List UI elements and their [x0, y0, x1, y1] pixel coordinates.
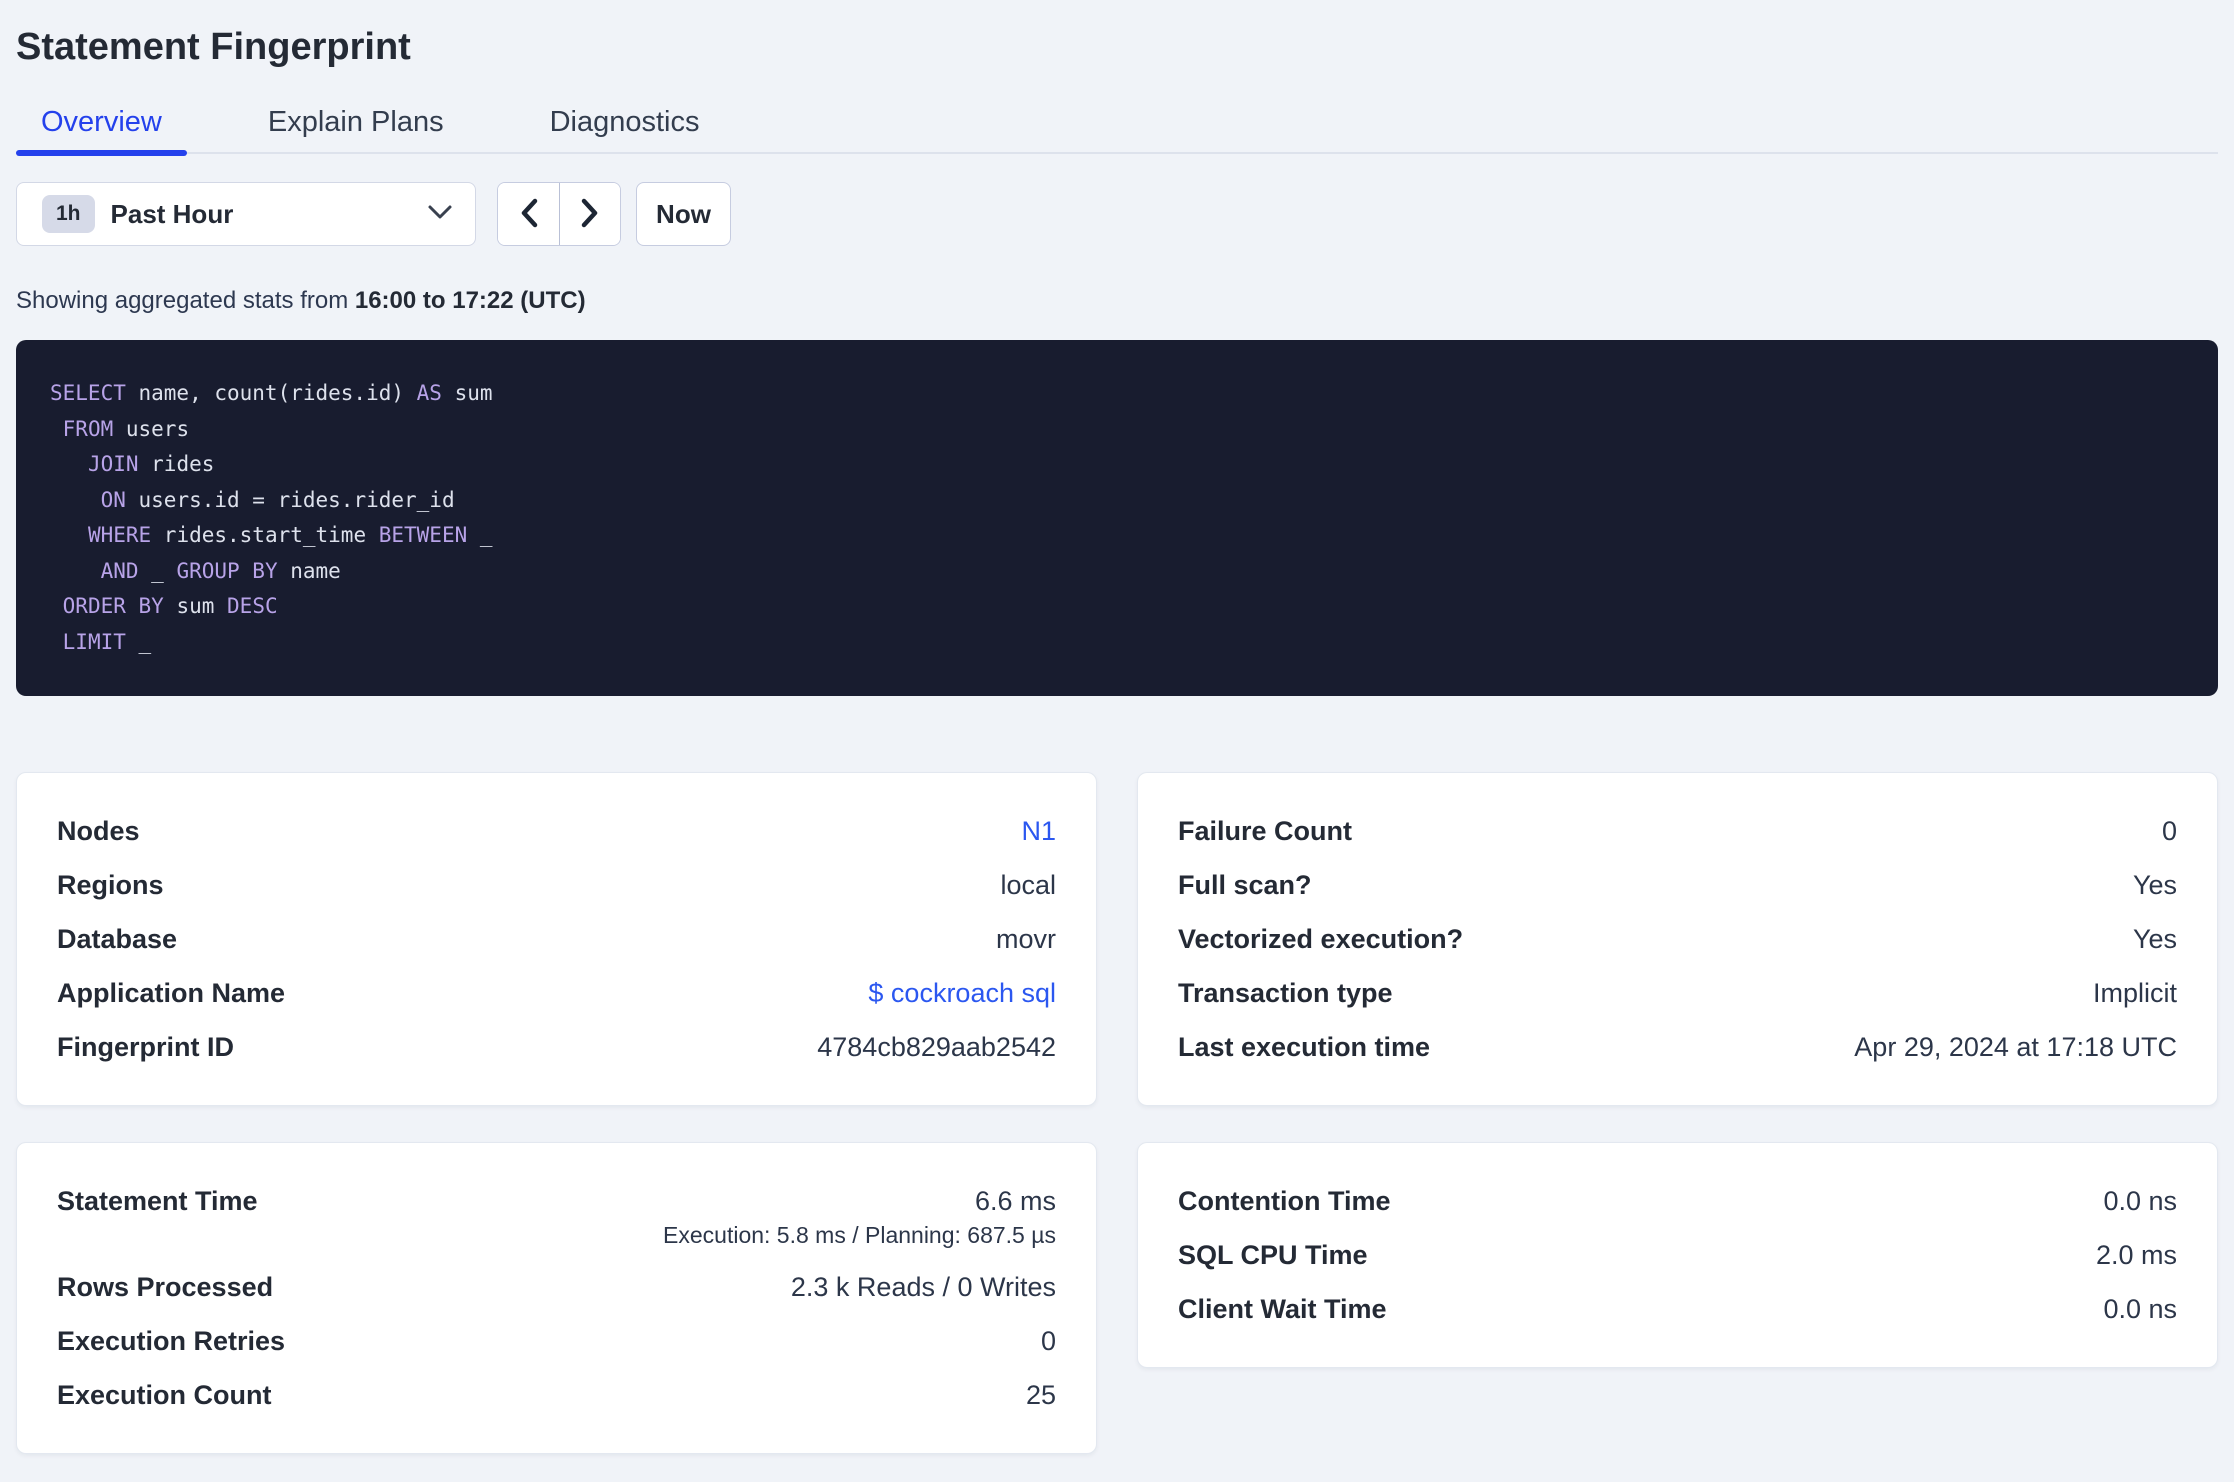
- prev-time-button[interactable]: [498, 183, 559, 245]
- tab-overview[interactable]: Overview: [16, 102, 187, 156]
- chevron-right-icon: [580, 197, 600, 232]
- detail-row: Full scan? Yes: [1178, 867, 2177, 903]
- detail-value: 6.6 ms: [974, 1186, 1056, 1216]
- sql-line: SELECT name, count(rides.id) AS sum: [50, 381, 493, 405]
- detail-label: Rows Processed: [57, 1272, 274, 1302]
- detail-row: Transaction type Implicit: [1178, 975, 2177, 1011]
- sql-line: ORDER BY sum DESC: [62, 594, 278, 618]
- detail-value: Yes: [2132, 870, 2177, 900]
- detail-label: SQL CPU Time: [1178, 1240, 1368, 1270]
- time-controls: 1h Past Hour Now: [16, 182, 2218, 246]
- card-time-stats: Contention Time 0.0 ns SQL CPU Time 2.0 …: [1137, 1142, 2218, 1368]
- detail-value: 2.0 ms: [2095, 1240, 2177, 1270]
- detail-value: 0: [2161, 816, 2177, 846]
- detail-label: Client Wait Time: [1178, 1294, 1387, 1324]
- detail-row: Rows Processed 2.3 k Reads / 0 Writes: [57, 1269, 1056, 1305]
- card-statement-stats: Statement Time 6.6 ms Execution: 5.8 ms …: [16, 1142, 1097, 1454]
- sql-line: ON users.id = rides.rider_id: [100, 487, 455, 512]
- now-button[interactable]: Now: [636, 182, 731, 246]
- detail-label: Execution Retries: [57, 1326, 286, 1356]
- detail-label: Statement Time: [57, 1186, 258, 1216]
- detail-label: Transaction type: [1178, 978, 1393, 1008]
- detail-label: Last execution time: [1178, 1032, 1431, 1062]
- detail-label: Fingerprint ID: [57, 1032, 234, 1062]
- tab-label: Explain Plans: [267, 106, 444, 138]
- detail-value: 25: [1025, 1380, 1056, 1410]
- time-nav-group: [497, 182, 621, 246]
- detail-subvalue: Execution: 5.8 ms / Planning: 687.5 µs: [663, 1222, 1056, 1248]
- detail-value: 0.0 ns: [2103, 1294, 2177, 1324]
- detail-value: Implicit: [2092, 978, 2177, 1008]
- sql-statement-box: SELECT name, count(rides.id) AS sum FROM…: [16, 340, 2218, 696]
- detail-label: Nodes: [57, 816, 140, 846]
- detail-value: 0.0 ns: [2103, 1186, 2177, 1216]
- tab-label: Overview: [41, 106, 162, 138]
- sql-line: AND _ GROUP BY name: [100, 558, 341, 583]
- card-execution-attributes: Failure Count 0 Full scan? Yes Vectorize…: [1137, 772, 2218, 1106]
- time-range-select[interactable]: 1h Past Hour: [16, 182, 476, 246]
- detail-row: Fingerprint ID 4784cb829aab2542: [57, 1029, 1056, 1065]
- detail-label: Execution Count: [57, 1380, 272, 1410]
- detail-row: Application Name $ cockroach sql: [57, 975, 1056, 1011]
- tab-label: Diagnostics: [549, 106, 700, 138]
- time-range-badge: 1h: [42, 195, 95, 233]
- sql-line: WHERE rides.start_time BETWEEN _: [87, 523, 493, 547]
- next-time-button[interactable]: [559, 183, 620, 245]
- detail-label: Application Name: [57, 978, 286, 1008]
- aggregated-stats-note: Showing aggregated stats from 16:00 to 1…: [16, 286, 2218, 316]
- sql-line: JOIN rides: [87, 452, 215, 476]
- detail-row: Nodes N1: [57, 813, 1056, 849]
- detail-label: Vectorized execution?: [1178, 924, 1464, 954]
- chevron-left-icon: [519, 197, 539, 232]
- detail-label: Contention Time: [1178, 1186, 1391, 1216]
- detail-row: Last execution time Apr 29, 2024 at 17:1…: [1178, 1029, 2177, 1065]
- detail-row: Statement Time 6.6 ms Execution: 5.8 ms …: [57, 1183, 1056, 1251]
- detail-row: Execution Count 25: [57, 1377, 1056, 1413]
- tab-bar: Overview Explain Plans Diagnostics: [16, 102, 2218, 156]
- tab-diagnostics[interactable]: Diagnostics: [525, 102, 725, 152]
- sql-line: LIMIT _: [62, 629, 152, 654]
- detail-value: 0: [1040, 1326, 1056, 1356]
- detail-row: Client Wait Time 0.0 ns: [1178, 1291, 2177, 1327]
- detail-value-group: 6.6 ms Execution: 5.8 ms / Planning: 687…: [663, 1183, 1056, 1251]
- detail-label: Regions: [57, 870, 164, 900]
- detail-row: Database movr: [57, 921, 1056, 957]
- detail-label: Failure Count: [1178, 816, 1352, 846]
- card-statement-details: Nodes N1 Regions local Database movr App…: [16, 772, 1097, 1106]
- detail-value: Yes: [2132, 924, 2177, 954]
- chevron-down-icon: [427, 204, 453, 225]
- detail-row: Failure Count 0: [1178, 813, 2177, 849]
- node-link[interactable]: N1: [1021, 813, 1056, 849]
- detail-value: Apr 29, 2024 at 17:18 UTC: [1854, 1032, 2177, 1062]
- time-range-label: Past Hour: [110, 198, 234, 229]
- statement-fingerprint-page: Statement Fingerprint Overview Explain P…: [0, 24, 2234, 1454]
- detail-row: Contention Time 0.0 ns: [1178, 1183, 2177, 1219]
- detail-value: local: [1000, 870, 1056, 900]
- detail-value: 4784cb829aab2542: [817, 1032, 1056, 1062]
- page-title: Statement Fingerprint: [16, 26, 411, 68]
- aggregated-stats-prefix: Showing aggregated stats from: [16, 287, 355, 314]
- detail-value: 2.3 k Reads / 0 Writes: [790, 1272, 1056, 1302]
- tab-explain-plans[interactable]: Explain Plans: [243, 102, 469, 152]
- summary-cards-grid: Nodes N1 Regions local Database movr App…: [16, 772, 2218, 1454]
- app-name-link[interactable]: $ cockroach sql: [868, 975, 1056, 1011]
- detail-row: Vectorized execution? Yes: [1178, 921, 2177, 957]
- sql-line: FROM users: [62, 416, 190, 441]
- detail-label: Full scan?: [1178, 870, 1312, 900]
- detail-label: Database: [57, 924, 178, 954]
- detail-value: movr: [996, 924, 1056, 954]
- detail-row: Regions local: [57, 867, 1056, 903]
- detail-row: SQL CPU Time 2.0 ms: [1178, 1237, 2177, 1273]
- aggregated-stats-range: 16:00 to 17:22 (UTC): [354, 287, 586, 314]
- detail-row: Execution Retries 0: [57, 1323, 1056, 1359]
